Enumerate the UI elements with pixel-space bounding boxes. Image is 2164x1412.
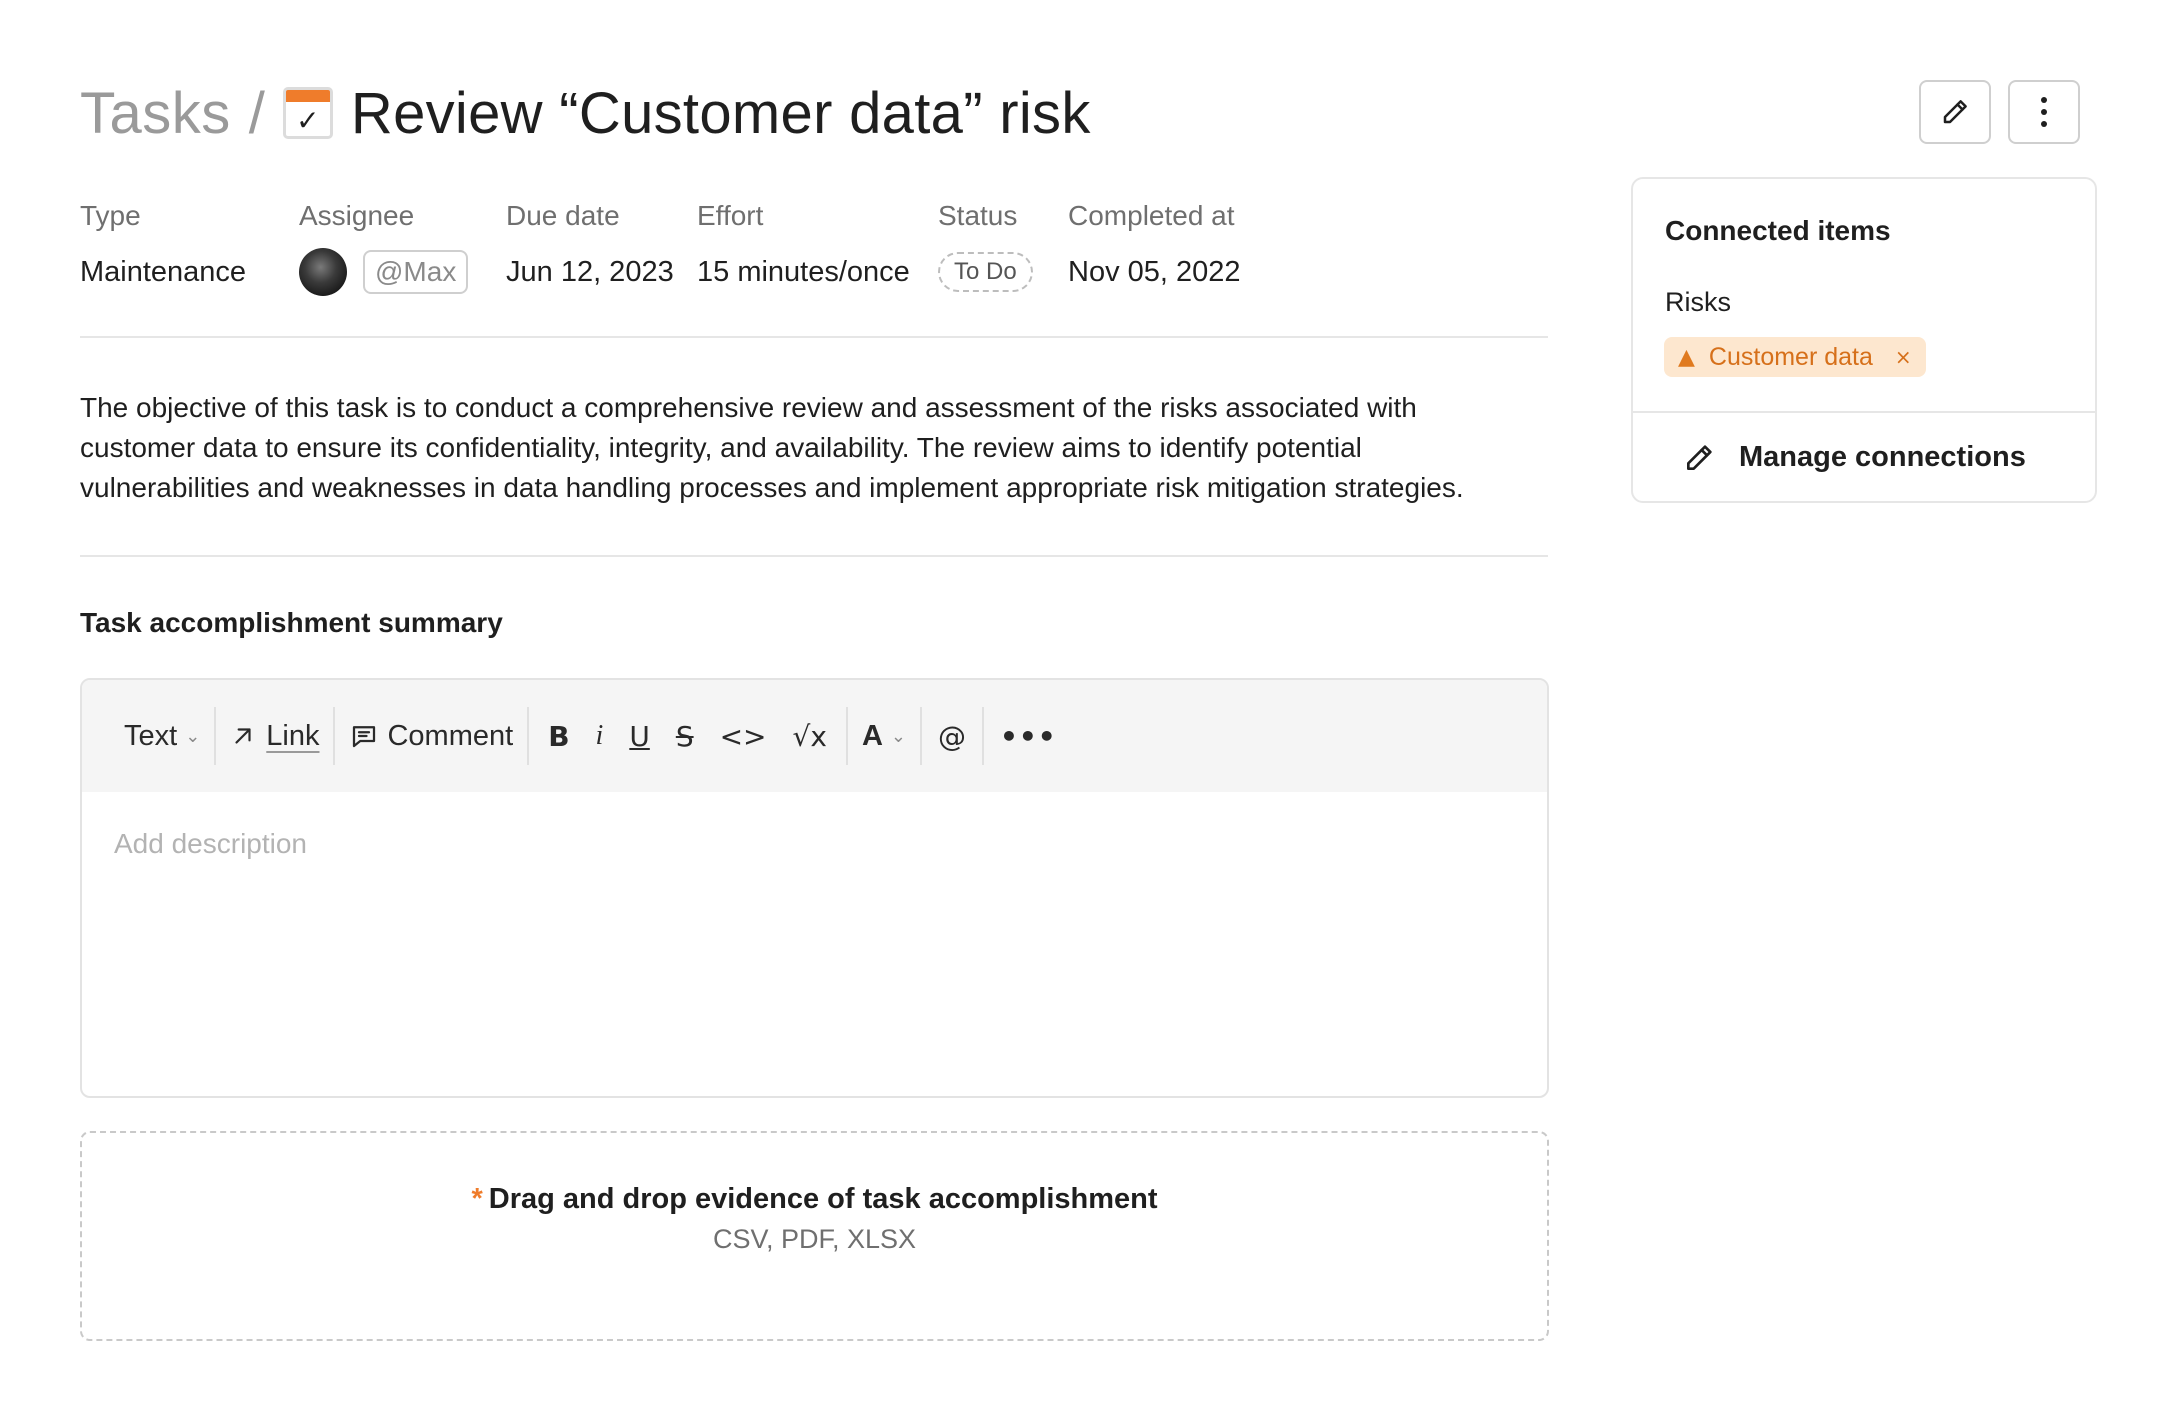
toolbar-separator bbox=[527, 707, 530, 765]
link-button[interactable]: Link bbox=[216, 706, 333, 766]
risks-label: Risks bbox=[1665, 287, 1731, 317]
underline-button[interactable]: U bbox=[616, 720, 663, 753]
arrow-up-right-icon bbox=[235, 728, 251, 744]
summary-editor: Text ⌄ Link Comment B i U S <> √x A ⌄ @ … bbox=[80, 678, 1549, 1098]
description-line: customer data to ensure its confidential… bbox=[80, 432, 1362, 463]
editor-body bbox=[82, 792, 1547, 896]
meta-effort: Effort 15 minutes/once bbox=[697, 200, 938, 296]
pencil-icon bbox=[1687, 444, 1712, 470]
completed-at-value: Nov 05, 2022 bbox=[1068, 255, 1241, 288]
kebab-menu-icon bbox=[2041, 97, 2047, 127]
type-value: Maintenance bbox=[80, 255, 247, 288]
mention-button[interactable]: @ bbox=[922, 720, 982, 753]
meta-type: Type Maintenance bbox=[80, 200, 299, 296]
more-options-button[interactable] bbox=[2008, 80, 2080, 144]
description-line: vulnerabilities and weaknesses in data h… bbox=[80, 472, 1464, 503]
text-style-dropdown[interactable]: Text ⌄ bbox=[110, 706, 214, 766]
divider bbox=[80, 336, 1548, 338]
comment-button[interactable]: Comment bbox=[335, 706, 527, 766]
summary-title: Task accomplishment summary bbox=[80, 607, 503, 638]
text-color-icon: A bbox=[861, 719, 883, 752]
page-title: Review “Customer data” risk bbox=[350, 80, 1091, 146]
status-label: Status bbox=[938, 200, 1018, 231]
dropzone-formats: CSV, PDF, XLSX bbox=[712, 1224, 917, 1254]
link-label: Link bbox=[266, 719, 320, 752]
due-date-label: Due date bbox=[506, 200, 620, 231]
task-meta: Type Maintenance Assignee @Max Due date … bbox=[80, 200, 1288, 296]
meta-assignee: Assignee @Max bbox=[299, 200, 506, 296]
chevron-down-icon: ⌄ bbox=[890, 725, 906, 747]
math-equation-button[interactable]: √x bbox=[780, 720, 840, 753]
pencil-icon bbox=[1943, 100, 1967, 124]
task-description: The objective of this task is to conduct… bbox=[80, 388, 1580, 508]
text-style-label: Text bbox=[124, 719, 178, 752]
effort-label: Effort bbox=[697, 200, 764, 231]
assignee-label: Assignee bbox=[299, 200, 415, 231]
dropzone-title-text: Drag and drop evidence of task accomplis… bbox=[488, 1183, 1158, 1215]
summary-description-input[interactable] bbox=[114, 828, 1515, 860]
meta-completed-at: Completed at Nov 05, 2022 bbox=[1068, 200, 1288, 296]
manage-connections-label: Manage connections bbox=[1739, 441, 2026, 473]
warning-icon: ▲ bbox=[1678, 344, 1695, 370]
comment-icon bbox=[353, 726, 376, 748]
breadcrumb-tasks[interactable]: Tasks bbox=[80, 80, 231, 147]
edit-task-button[interactable] bbox=[1919, 80, 1991, 144]
effort-value: 15 minutes/once bbox=[697, 255, 910, 288]
avatar[interactable] bbox=[299, 248, 347, 296]
risk-chip-label: Customer data bbox=[1708, 342, 1873, 371]
meta-status: Status To Do bbox=[938, 200, 1068, 296]
evidence-dropzone[interactable]: * Drag and drop evidence of task accompli… bbox=[80, 1131, 1549, 1341]
code-button[interactable]: <> bbox=[707, 720, 780, 753]
remove-risk-icon[interactable]: × bbox=[1895, 345, 1912, 369]
manage-connections-button[interactable]: Manage connections bbox=[1683, 441, 2026, 474]
page-header: Tasks / ✓ Review “Customer data” risk bbox=[80, 78, 1091, 148]
completed-at-label: Completed at bbox=[1068, 200, 1235, 231]
comment-label: Comment bbox=[387, 719, 514, 752]
meta-due-date: Due date Jun 12, 2023 bbox=[506, 200, 697, 296]
due-date-value: Jun 12, 2023 bbox=[506, 255, 674, 288]
required-mark: * bbox=[471, 1183, 483, 1215]
italic-button[interactable]: i bbox=[583, 720, 617, 752]
assignee-value: @Max bbox=[299, 248, 506, 296]
connected-items-title: Connected items bbox=[1665, 215, 1891, 246]
panel-divider bbox=[1633, 411, 2095, 413]
status-badge[interactable]: To Do bbox=[938, 252, 1033, 292]
strikethrough-button[interactable]: S bbox=[663, 720, 707, 753]
bold-button[interactable]: B bbox=[535, 720, 582, 753]
check-mark-glyph: ✓ bbox=[296, 104, 320, 137]
breadcrumb-separator: / bbox=[248, 80, 265, 146]
calendar-header-band bbox=[285, 90, 330, 102]
description-line: The objective of this task is to conduct… bbox=[80, 392, 1417, 423]
divider bbox=[80, 555, 1548, 557]
dropzone-title: * Drag and drop evidence of task accompli… bbox=[82, 1183, 1547, 1216]
editor-toolbar: Text ⌄ Link Comment B i U S <> √x A ⌄ @ … bbox=[82, 680, 1547, 792]
chevron-down-icon: ⌄ bbox=[185, 725, 201, 747]
type-label: Type bbox=[80, 200, 141, 231]
text-color-dropdown[interactable]: A ⌄ bbox=[848, 706, 920, 766]
assignee-mention[interactable]: @Max bbox=[363, 250, 469, 294]
risk-chip-customer-data[interactable]: ▲ Customer data × bbox=[1664, 337, 1926, 377]
status-value: To Do bbox=[938, 248, 1068, 296]
more-formatting-button[interactable]: ••• bbox=[984, 720, 1073, 753]
connected-items-panel: Connected items Risks ▲ Customer data × … bbox=[1631, 177, 2097, 503]
calendar-check-icon: ✓ bbox=[282, 87, 333, 139]
